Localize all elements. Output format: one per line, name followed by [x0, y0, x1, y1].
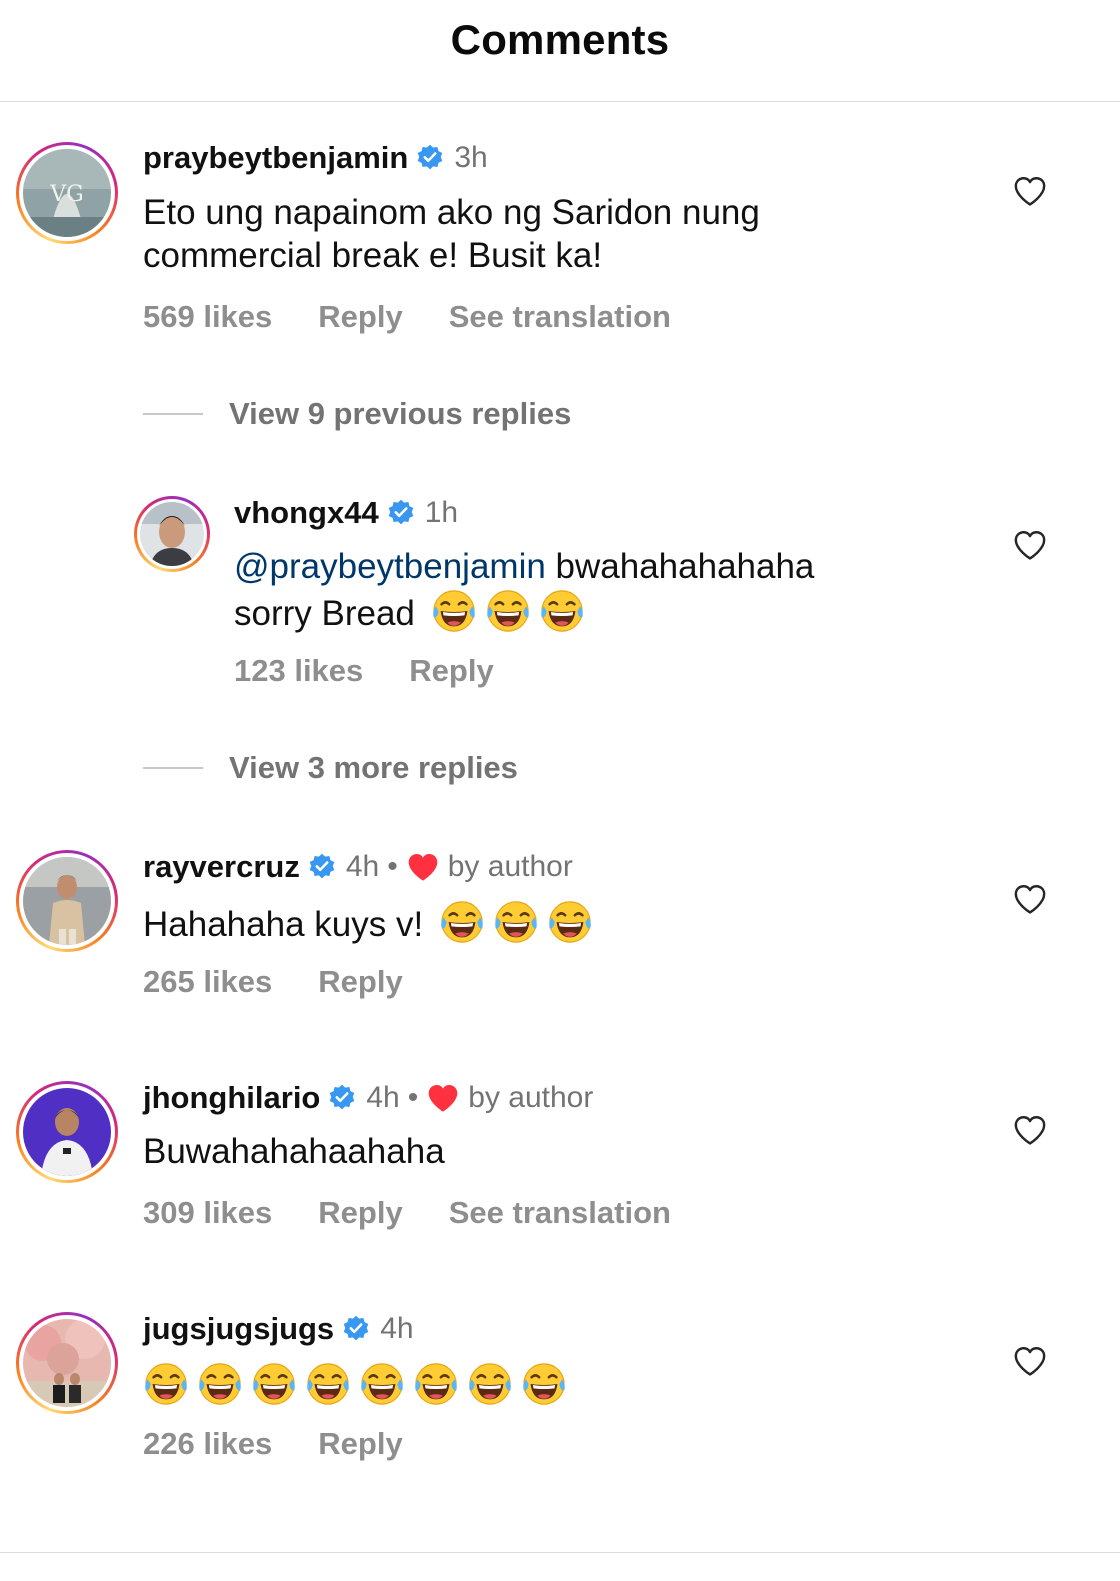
comments-header: Comments — [0, 0, 1120, 102]
comment-time: 4h — [380, 1312, 414, 1345]
avatar[interactable] — [16, 1312, 118, 1414]
comment-text — [143, 1361, 575, 1408]
emoji-group — [439, 905, 601, 944]
face-with-tears-of-joy-emoji — [467, 1361, 513, 1407]
separator-dot: • — [407, 1081, 419, 1114]
face-with-tears-of-joy-emoji — [521, 1361, 567, 1407]
comment-text: Hahahaha kuys v! — [143, 899, 601, 946]
divider — [0, 1552, 1120, 1553]
face-with-tears-of-joy-emoji — [413, 1361, 459, 1407]
heart-outline-icon[interactable] — [1013, 529, 1047, 561]
username[interactable]: vhongx44 — [234, 495, 379, 531]
page-title: Comments — [450, 16, 670, 63]
reply-button[interactable]: Reply — [318, 1195, 402, 1231]
comment-text: Buwahahahaahaha — [143, 1132, 445, 1171]
username[interactable]: jugsjugsjugs — [143, 1311, 334, 1347]
heart-filled-icon — [426, 1083, 460, 1113]
heart-outline-icon[interactable] — [1013, 1345, 1047, 1377]
face-with-tears-of-joy-emoji — [197, 1361, 243, 1407]
avatar[interactable] — [16, 850, 118, 952]
emoji-group — [431, 594, 593, 633]
likes-count[interactable]: 309 likes — [143, 1195, 272, 1231]
likes-count[interactable]: 569 likes — [143, 299, 272, 335]
avatar-image — [23, 1088, 111, 1176]
svg-text:VG: VG — [49, 182, 83, 207]
separator-dot: • — [387, 850, 398, 883]
verified-badge-icon — [342, 1315, 370, 1343]
verified-badge-icon — [387, 499, 415, 527]
username[interactable]: praybeytbenjamin — [143, 140, 408, 176]
face-with-tears-of-joy-emoji — [493, 899, 539, 945]
reply-button[interactable]: Reply — [318, 1426, 402, 1462]
see-translation-button[interactable]: See translation — [449, 1195, 671, 1231]
likes-count[interactable]: 123 likes — [234, 653, 363, 689]
face-with-tears-of-joy-emoji — [539, 588, 585, 634]
comment-time: 4h — [345, 850, 380, 883]
view-more-replies[interactable]: View 3 more replies — [143, 750, 518, 786]
avatar[interactable] — [134, 496, 210, 572]
comment-text: @praybeytbenjamin bwahahahahaha sorry Br… — [234, 547, 815, 633]
likes-count[interactable]: 226 likes — [143, 1426, 272, 1462]
heart-outline-icon[interactable] — [1013, 1114, 1047, 1146]
liked-by-author-label: by author — [447, 850, 573, 883]
avatar-image: VG — [23, 149, 111, 237]
verified-badge-icon — [328, 1084, 356, 1112]
face-with-tears-of-joy-emoji — [439, 899, 485, 945]
avatar[interactable] — [16, 1081, 118, 1183]
comment-text: Eto ung napainom ako ng Saridon nung com… — [143, 193, 760, 275]
see-translation-button[interactable]: See translation — [449, 299, 671, 335]
divider — [143, 413, 203, 415]
face-with-tears-of-joy-emoji — [143, 1361, 189, 1407]
emoji-group — [143, 1367, 575, 1406]
username[interactable]: rayvercruz — [143, 849, 300, 885]
comment-time: 4h — [366, 1081, 400, 1114]
verified-badge-icon — [308, 853, 336, 881]
divider — [143, 767, 203, 769]
heart-filled-icon — [406, 852, 440, 882]
view-previous-replies[interactable]: View 9 previous replies — [143, 396, 571, 432]
mention-link[interactable]: @praybeytbenjamin — [234, 547, 546, 586]
avatar-image — [23, 1319, 111, 1407]
comment-time: 3h — [454, 141, 488, 174]
username[interactable]: jhonghilario — [143, 1080, 320, 1116]
face-with-tears-of-joy-emoji — [431, 588, 477, 634]
comment-time: 1h — [424, 496, 459, 529]
reply-button[interactable]: Reply — [318, 964, 402, 1000]
face-with-tears-of-joy-emoji — [485, 588, 531, 634]
avatar-image — [23, 857, 111, 945]
reply-button[interactable]: Reply — [318, 299, 402, 335]
face-with-tears-of-joy-emoji — [359, 1361, 405, 1407]
liked-by-author-label: by author — [468, 1081, 594, 1114]
reply-button[interactable]: Reply — [409, 653, 493, 689]
heart-outline-icon[interactable] — [1013, 175, 1047, 207]
avatar[interactable]: VG — [16, 142, 118, 244]
face-with-tears-of-joy-emoji — [547, 899, 593, 945]
likes-count[interactable]: 265 likes — [143, 964, 272, 1000]
verified-badge-icon — [416, 144, 444, 172]
face-with-tears-of-joy-emoji — [251, 1361, 297, 1407]
avatar-image — [140, 502, 204, 566]
face-with-tears-of-joy-emoji — [305, 1361, 351, 1407]
heart-outline-icon[interactable] — [1013, 883, 1047, 915]
